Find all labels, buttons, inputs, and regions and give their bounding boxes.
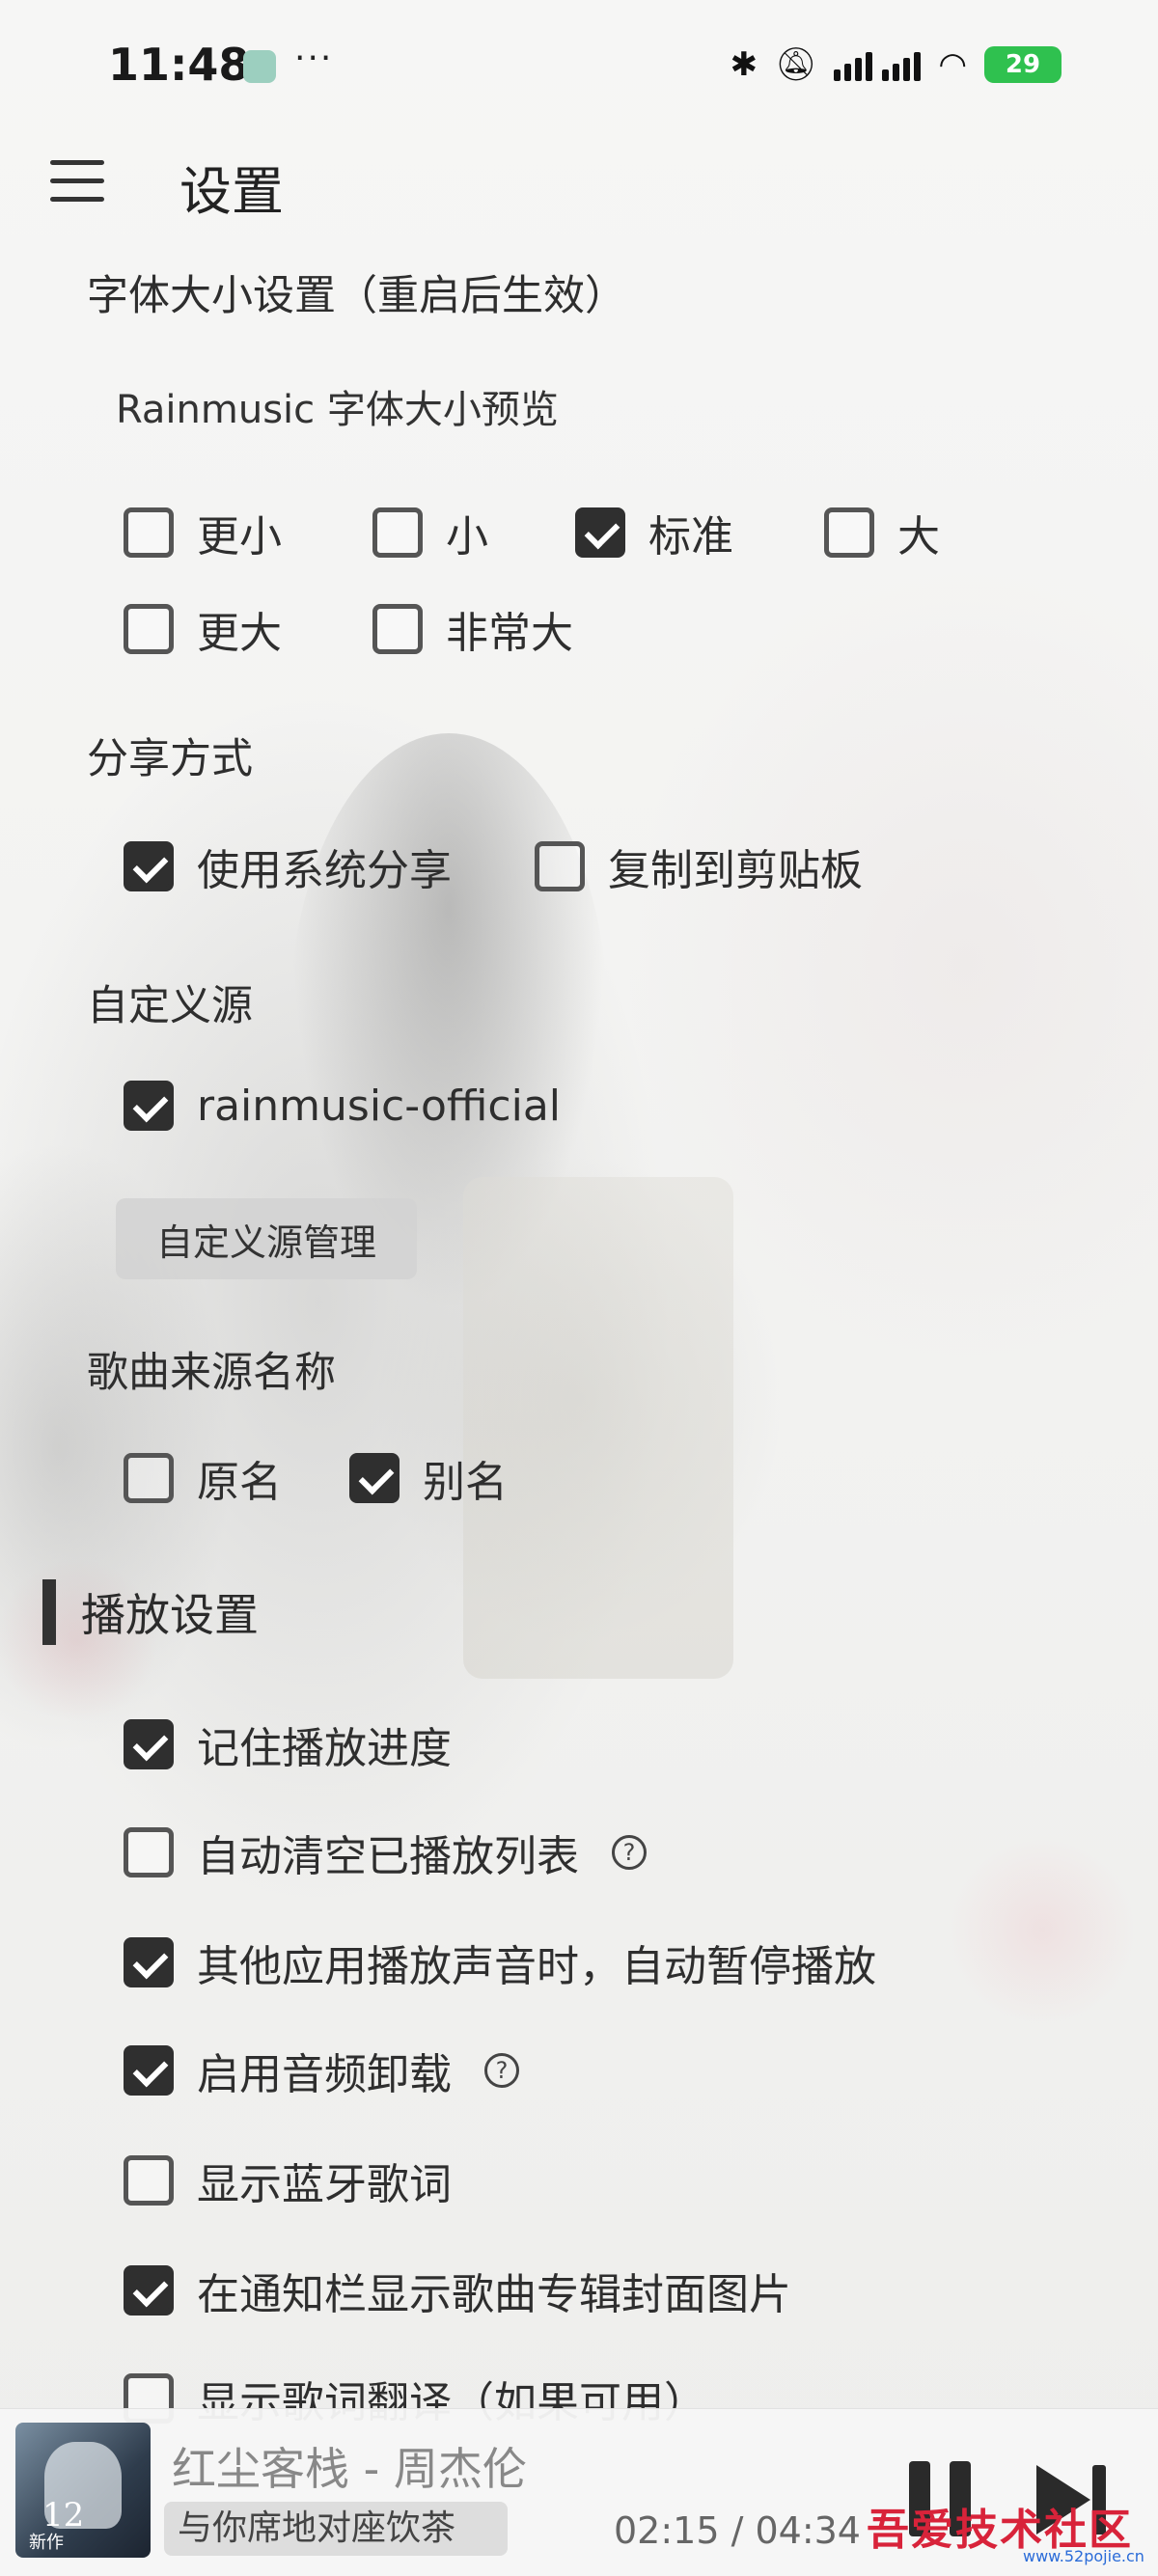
checkbox[interactable] (124, 507, 174, 558)
font-size-option-very-large[interactable]: 非常大 (372, 598, 573, 660)
playback-section-header: 播放设置 (42, 1578, 259, 1646)
playback-option-audio-offload[interactable]: 启用音频卸载 ? (124, 2040, 519, 2101)
checkbox-checked[interactable] (575, 507, 625, 558)
wifi-icon: ◠ (938, 45, 967, 84)
share-option-clipboard[interactable]: 复制到剪贴板 (535, 836, 863, 897)
menu-icon[interactable] (50, 160, 104, 206)
font-size-option-smaller[interactable]: 更小 (124, 502, 282, 563)
option-label: 标准 (648, 512, 733, 562)
font-size-preview: Rainmusic 字体大小预览 (116, 388, 559, 432)
checkbox[interactable] (124, 2155, 174, 2206)
help-icon[interactable]: ? (484, 2053, 519, 2088)
checkbox[interactable] (535, 841, 585, 891)
playback-time: 02:15 / 04:34 (614, 2509, 861, 2552)
cover-caption: 新作 (29, 2533, 64, 2553)
help-icon[interactable]: ? (612, 1835, 647, 1870)
playback-option-remember-progress[interactable]: 记住播放进度 (124, 1713, 452, 1775)
mute-bell-icon: 🔕︎ (775, 45, 817, 84)
background-figure-robe (463, 1177, 733, 1679)
option-label: rainmusic-official (197, 1081, 562, 1131)
option-label: 自动清空已播放列表 (197, 1832, 579, 1881)
font-size-option-large[interactable]: 大 (824, 502, 940, 563)
song-source-name-section-title: 歌曲来源名称 (87, 1349, 336, 1397)
checkbox[interactable] (824, 507, 874, 558)
checkbox-checked[interactable] (349, 1453, 400, 1503)
status-bar: 11:48 ··· ✱ 🔕︎ ◠ 29 (0, 0, 1158, 135)
song-title: 红尘客栈 - 周杰伦 (172, 2443, 527, 2495)
option-label: 记住播放进度 (197, 1724, 452, 1773)
checkbox-checked[interactable] (124, 2045, 174, 2096)
playback-option-bluetooth-lyrics[interactable]: 显示蓝牙歌词 (124, 2150, 452, 2211)
current-lyric: 与你席地对座饮茶 (164, 2502, 508, 2556)
option-label: 非常大 (446, 609, 573, 658)
checkbox[interactable] (124, 1453, 174, 1503)
share-option-system[interactable]: 使用系统分享 (124, 836, 452, 897)
album-cover[interactable]: 12 新作 (15, 2423, 151, 2558)
song-source-option-alias[interactable]: 别名 (349, 1447, 508, 1509)
font-size-option-small[interactable]: 小 (372, 502, 488, 563)
custom-source-manage-button[interactable]: 自定义源管理 (116, 1198, 417, 1279)
option-label: 其他应用播放声音时，自动暂停播放 (197, 1942, 876, 1991)
font-size-section-title: 字体大小设置（重启后生效） (87, 272, 626, 320)
custom-source-option-official[interactable]: rainmusic-official (124, 1081, 561, 1131)
page-title: 设置 (179, 161, 284, 222)
option-label: 启用音频卸载 (197, 2050, 452, 2099)
checkbox[interactable] (124, 1827, 174, 1877)
playback-option-auto-pause[interactable]: 其他应用播放声音时，自动暂停播放 (124, 1932, 876, 1993)
option-label: 更小 (197, 512, 282, 562)
checkbox[interactable] (124, 604, 174, 654)
status-time: 11:48 (108, 39, 250, 91)
checkbox[interactable] (372, 507, 423, 558)
checkbox-checked[interactable] (124, 841, 174, 891)
font-size-option-larger[interactable]: 更大 (124, 598, 282, 660)
checkbox-checked[interactable] (124, 2265, 174, 2316)
playback-option-notification-cover[interactable]: 在通知栏显示歌曲专辑封面图片 (124, 2260, 791, 2321)
checkbox-checked[interactable] (124, 1081, 174, 1131)
playback-section-title: 播放设置 (81, 1589, 259, 1641)
option-label: 别名 (423, 1458, 508, 1507)
battery-icon: 29 (984, 46, 1062, 83)
section-accent-bar (42, 1579, 56, 1645)
option-label: 更大 (197, 609, 282, 658)
app-notification-icon (243, 50, 276, 83)
more-notifications-icon: ··· (294, 39, 334, 78)
song-source-option-original[interactable]: 原名 (124, 1447, 282, 1509)
bluetooth-icon: ✱ (730, 45, 758, 84)
checkbox-checked[interactable] (124, 1937, 174, 1987)
option-label: 在通知栏显示歌曲专辑封面图片 (197, 2270, 791, 2319)
playback-option-auto-clear[interactable]: 自动清空已播放列表 ? (124, 1822, 647, 1883)
option-label: 原名 (197, 1458, 282, 1507)
custom-source-section-title: 自定义源 (87, 982, 253, 1030)
share-section-title: 分享方式 (87, 735, 253, 783)
option-label: 大 (897, 512, 940, 562)
signal-icon (834, 48, 922, 81)
option-label: 显示蓝牙歌词 (197, 2160, 452, 2209)
checkbox[interactable] (372, 604, 423, 654)
checkbox-checked[interactable] (124, 1719, 174, 1769)
option-label: 使用系统分享 (197, 846, 452, 895)
font-size-option-standard[interactable]: 标准 (575, 502, 733, 563)
option-label: 小 (446, 512, 488, 562)
top-app-bar: 设置 (0, 145, 1158, 222)
watermark-url: www.52pojie.cn (1023, 2547, 1144, 2565)
option-label: 复制到剪贴板 (608, 846, 863, 895)
